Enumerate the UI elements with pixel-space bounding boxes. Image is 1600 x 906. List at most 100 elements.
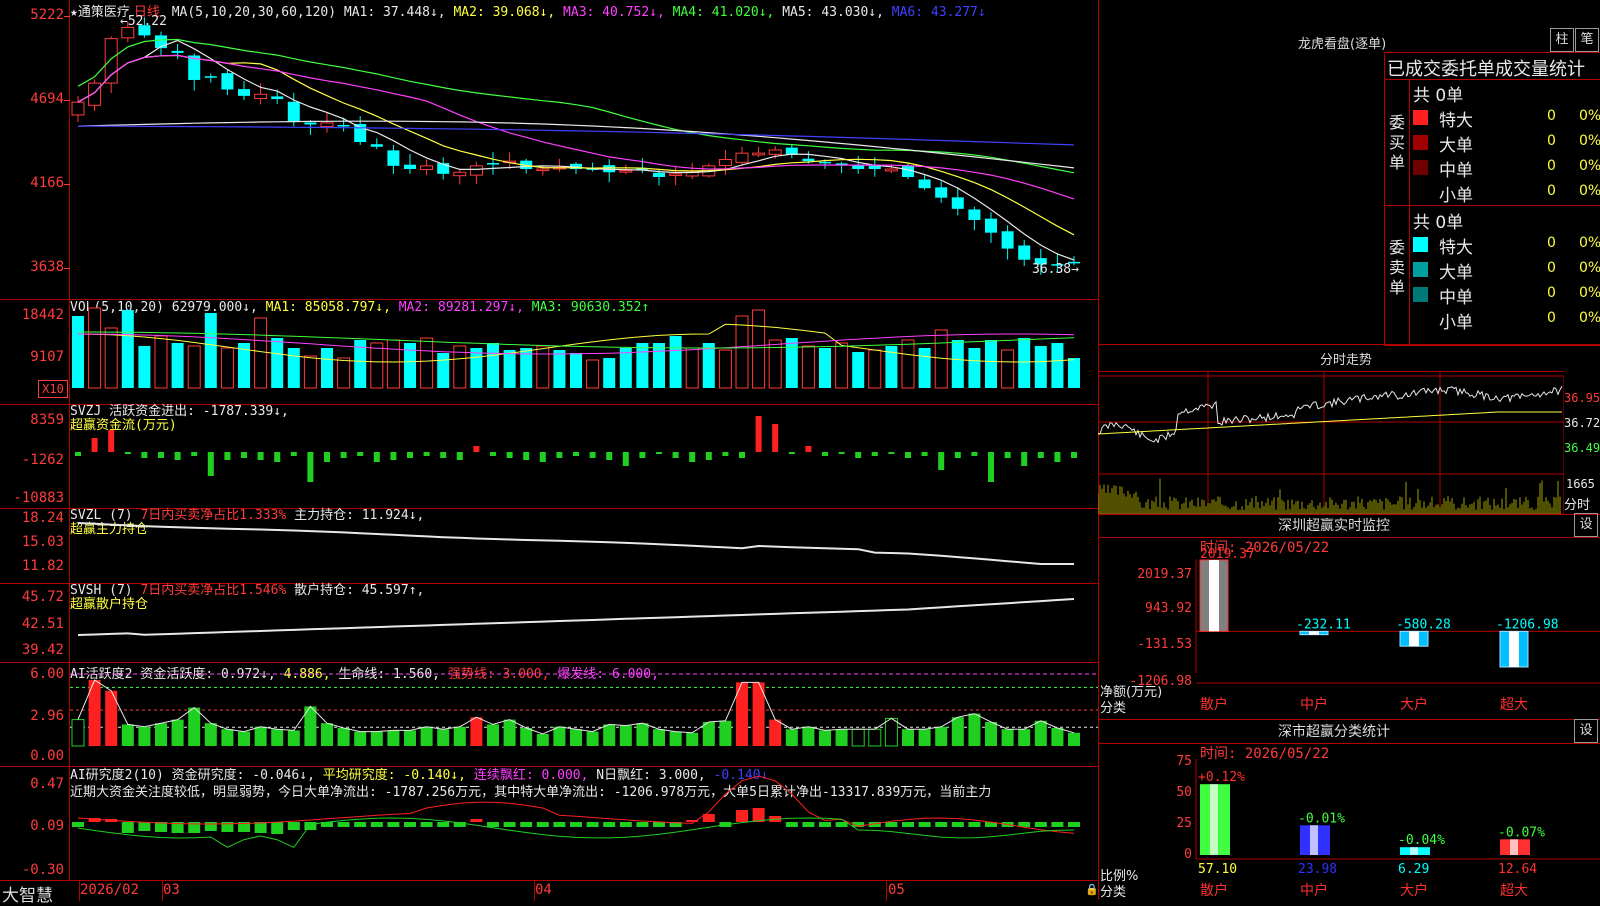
activity-bar [902,729,914,746]
volume-bar [636,343,649,388]
svzj-bar [506,452,513,458]
ai-research-panel[interactable]: AI研究度2(10) 资金研究度: -0.046↓, 平均研究度: -0.140… [0,766,1098,880]
kline-y-label: 5222 [30,7,64,23]
lhb-title: 龙虎看盘(逐单) [1298,37,1387,52]
low-price-label: 36.38→ [1032,262,1079,277]
research-bar [935,822,948,827]
candle-body [121,26,135,39]
svsh-chart[interactable] [70,583,1098,662]
ma60-line [77,120,1075,169]
svzj-bar [788,452,795,454]
volume-bar [901,339,915,389]
activity-bar [254,726,267,746]
monitor-category-label: 中户 [1300,696,1328,713]
volume-bar [88,307,102,389]
activity-bar [321,723,333,746]
volume-bar [553,350,566,388]
svsh-line [77,598,1075,636]
research-bar [785,822,798,827]
kline-chart[interactable] [70,0,1098,299]
candle-body [653,172,665,177]
svzj-chart[interactable] [70,404,1098,508]
monitor-bar-chart[interactable]: 2019.37 散户 -232.11 中户 -580.28 大户 -1206.98 超大 [1098,513,1600,719]
volume-panel[interactable]: VOL(5,10,20) 62979.000↓, MA1: 85058.797↓… [0,299,1098,405]
ai-activity-panel[interactable]: AI活跃度2 资金活跃度: 0.972↓, 4.886, 生命线: 1.560,… [0,662,1098,767]
svzj-bar [124,452,131,454]
kline-panel[interactable]: ★通策医疗 日线 MA(5,10,20,30,60,120) MA1: 37.44… [0,0,1098,300]
activity-bar [536,734,549,746]
research-bar [520,822,533,827]
volume-bar [685,347,699,389]
svzj-bar [423,452,430,456]
research-bar [603,822,616,827]
volume-bar [487,343,499,388]
svsh-panel[interactable]: SVSH (7) 7日内买卖净占比1.546% 散户持仓: 45.597↑, 超… [0,583,1098,663]
activity-bar [884,717,898,747]
buy-row-name: 中单 [1439,161,1473,181]
date-label: 03 [163,882,180,898]
activity-bar [669,731,682,746]
candle-body [884,168,898,172]
buy-row-percent: 0% [1579,133,1600,149]
svsh-y-label: 45.72 [21,589,64,605]
stats-bar-highlight [1410,847,1418,855]
volume-bar [603,358,616,388]
activity-bar [968,713,981,746]
activity-bar [287,730,300,746]
monitor-category-label: 大户 [1400,696,1428,713]
minute-chart[interactable] [1098,371,1564,514]
monitor-bar-highlight [1209,560,1219,632]
candle-body [669,173,683,176]
svzj-bar [689,452,696,462]
volume-bar [72,316,84,388]
stats-bar-chart[interactable]: +0.12% 57.10 散户 -0.01% 23.98 中户 -0.04% 6.29 大户 -0… [1098,719,1600,900]
volume-bar [104,327,118,389]
date-axis-bar: 大智慧 2026/02 03 04 05 🔒 [0,880,1099,906]
stats-change-label: +0.12% [1198,770,1245,785]
bar-view-button[interactable]: 柱 [1550,28,1574,52]
svzl-chart[interactable] [70,508,1098,583]
svzj-bar [988,452,994,482]
activity-bar [985,722,997,746]
ai-activity-chart[interactable] [70,662,1098,766]
svzj-bar [921,452,928,456]
activity-bar [1018,729,1031,746]
research-bar [370,822,383,827]
research-bar [72,822,84,827]
svzj-bar [340,452,347,458]
sell-row-name: 小单 [1439,313,1473,333]
candle-body [337,125,350,127]
svzl-y-label: 15.03 [21,534,64,550]
activity-bar [619,725,632,746]
candle-body [287,101,300,122]
activity-bar [1034,720,1047,746]
research-bar [420,822,433,827]
volume-bar [801,345,815,389]
svzj-panel[interactable]: SVZJ 活跃资金进出: -1787.339↓, 超赢资金流(万元) 8359 … [0,404,1098,509]
research-bar [553,822,566,827]
svzj-bar [274,452,281,462]
lock-icon[interactable]: 🔒 [1085,883,1099,896]
svzj-bar [207,452,214,476]
svzl-panel[interactable]: SVZL (7) 7日内买卖净占比1.333% 主力持仓: 11.924↓, 超… [0,508,1098,584]
activity-bar [138,726,151,746]
volume-bar [171,343,184,388]
candle-body [320,122,334,128]
candle-body [802,158,815,162]
tick-view-button[interactable]: 笔 [1575,28,1599,52]
volume-bar [586,359,600,389]
volume-bar [570,353,582,388]
monitor-value-label: -1206.98 [1496,617,1559,632]
volume-chart[interactable] [70,299,1098,404]
research-bar [337,822,350,827]
svzj-bar [357,452,364,456]
volume-y-label: 18442 [21,307,64,323]
candle-body [735,152,749,163]
svzj-y-label: 8359 [30,412,64,428]
volume-bar [1001,349,1015,389]
ai-research-chart[interactable] [70,766,1098,880]
volume-bar [271,338,284,388]
activity-bar [404,730,416,746]
stats-change-label: -0.04% [1398,833,1445,848]
svzj-bar [456,452,463,460]
